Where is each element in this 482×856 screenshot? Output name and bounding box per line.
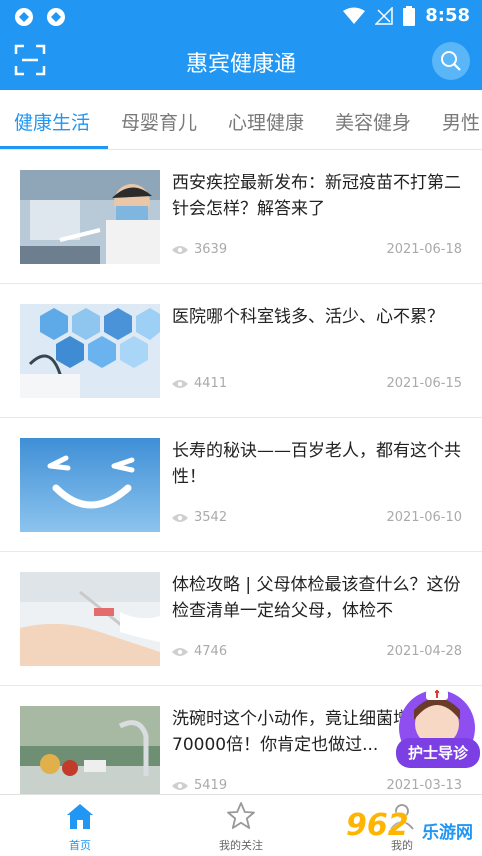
article-meta: 3542 2021-06-10	[172, 510, 462, 530]
category-tabs: 健康生活 母婴育儿 心理健康 美容健身 男性	[0, 90, 482, 150]
eye-icon	[172, 245, 188, 254]
star-icon	[227, 802, 255, 829]
watermark-overlay: 护士导诊 962 乐游网	[340, 680, 482, 856]
watermark-badge: 护士导诊	[396, 738, 480, 768]
tab-male[interactable]: 男性	[442, 108, 480, 135]
article-item[interactable]: 长寿的秘诀——百岁老人，都有这个共性！ 3542 2021-06-10	[0, 418, 482, 552]
eye-icon	[172, 781, 188, 790]
tab-beauty-fitness[interactable]: 美容健身	[335, 108, 411, 135]
article-thumbnail	[20, 572, 160, 666]
battery-icon	[403, 5, 416, 26]
article-title: 西安疾控最新发布：新冠疫苗不打第二针会怎样？解答来了	[172, 173, 461, 219]
article-date: 2021-06-10	[386, 510, 462, 525]
app-title: 惠宾健康通	[185, 52, 296, 77]
article-date: 2021-06-15	[386, 376, 462, 391]
home-icon	[67, 804, 93, 829]
eye-icon	[172, 513, 188, 522]
watermark-logo: 962 乐游网	[346, 808, 475, 843]
app-header: 惠宾健康通	[0, 34, 482, 90]
view-count: 5419	[172, 778, 227, 793]
article-date: 2021-06-18	[386, 242, 462, 257]
status-bar: 8:58	[0, 0, 482, 34]
view-count: 4411	[172, 376, 227, 391]
article-meta: 4746 2021-04-28	[172, 644, 462, 664]
article-thumbnail	[20, 170, 160, 264]
article-thumbnail	[20, 706, 160, 800]
article-item[interactable]: 医院哪个科室钱多、活少、心不累？ 4411 2021-06-15	[0, 284, 482, 418]
article-title: 长寿的秘诀——百岁老人，都有这个共性！	[172, 441, 461, 487]
tab-health-life[interactable]: 健康生活	[14, 108, 90, 135]
article-thumbnail	[20, 304, 160, 398]
signal-icon	[375, 6, 393, 25]
search-icon	[441, 51, 461, 71]
article-thumbnail	[20, 438, 160, 532]
nav-following[interactable]: 我的关注	[191, 801, 291, 853]
app-notification-icon	[47, 8, 65, 26]
nav-home[interactable]: 首页	[30, 801, 130, 853]
article-meta: 4411 2021-06-15	[172, 376, 462, 396]
article-title: 医院哪个科室钱多、活少、心不累？	[172, 307, 444, 327]
article-date: 2021-04-28	[386, 644, 462, 659]
active-tab-indicator	[0, 146, 108, 149]
status-time: 8:58	[425, 5, 470, 26]
view-count: 3639	[172, 242, 227, 257]
tab-mental-health[interactable]: 心理健康	[228, 108, 304, 135]
view-count: 3542	[172, 510, 227, 525]
eye-icon	[172, 379, 188, 388]
article-item[interactable]: 体检攻略 | 父母体检最该查什么？这份检查清单一定给父母，体检不 4746 20…	[0, 552, 482, 686]
wifi-icon	[343, 7, 366, 24]
tab-parenting[interactable]: 母婴育儿	[121, 108, 197, 135]
app-notification-icon	[15, 8, 33, 26]
view-count: 4746	[172, 644, 227, 659]
article-item[interactable]: 西安疾控最新发布：新冠疫苗不打第二针会怎样？解答来了 3639 2021-06-…	[0, 150, 482, 284]
article-title: 体检攻略 | 父母体检最该查什么？这份检查清单一定给父母，体检不	[172, 575, 461, 621]
search-button[interactable]	[432, 42, 470, 80]
article-meta: 3639 2021-06-18	[172, 242, 462, 262]
eye-icon	[172, 647, 188, 656]
